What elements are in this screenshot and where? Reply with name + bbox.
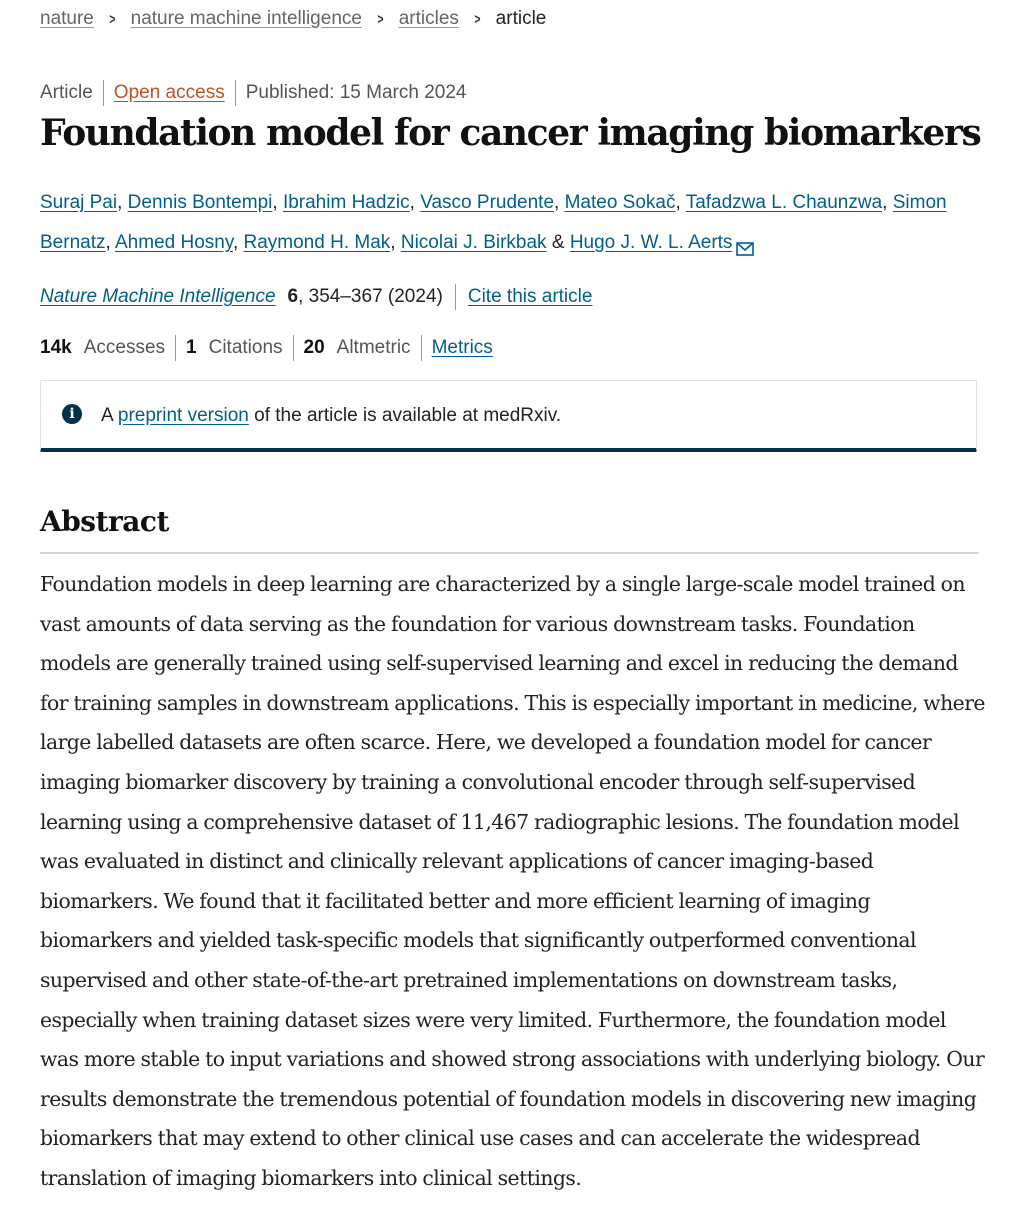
chevron-right-icon: > — [377, 10, 384, 28]
author-link[interactable]: Ahmed Hosny — [115, 232, 233, 253]
open-access-link[interactable]: Open access — [114, 82, 225, 104]
notice-suffix: of the article is available at medRxiv. — [254, 405, 562, 426]
citation-line: Nature Machine Intelligence 6, 354–367 (… — [40, 284, 592, 310]
author-link[interactable]: Mateo Sokač — [565, 192, 676, 213]
pages-year: , 354–367 (2024) — [298, 286, 443, 307]
cite-this-article-link[interactable]: Cite this article — [468, 286, 593, 308]
notice-prefix: A — [101, 405, 113, 426]
author-link[interactable]: Raymond H. Mak — [244, 232, 391, 253]
abstract-text: Foundation models in deep learning are c… — [40, 572, 985, 1190]
breadcrumb-articles[interactable]: articles — [399, 8, 459, 30]
breadcrumb-current: article — [495, 8, 547, 29]
author-link[interactable]: Hugo J. W. L. Aerts — [570, 232, 733, 253]
accesses-count: 14k — [40, 337, 72, 358]
altmetric-score: 20 — [303, 337, 325, 358]
metrics-bar: 14k Accesses 1 Citations 20 Altmetric Me… — [40, 335, 493, 361]
preprint-notice: i A preprint version of the article is a… — [40, 380, 977, 452]
article-meta: Article Open access Published: 15 March … — [40, 80, 466, 106]
author-link[interactable]: Ibrahim Hadzic — [283, 192, 410, 213]
info-icon: i — [62, 404, 82, 424]
divider — [292, 335, 294, 361]
citations-count: 1 — [186, 337, 197, 358]
accesses-label: Accesses — [83, 337, 166, 358]
divider — [175, 335, 177, 361]
journal-link[interactable]: Nature Machine Intelligence — [40, 286, 276, 307]
volume: 6 — [287, 286, 299, 307]
email-icon[interactable] — [736, 231, 755, 271]
altmetric-label: Altmetric — [336, 337, 411, 358]
author-link[interactable]: Vasco Prudente — [420, 192, 554, 213]
published-date: Published: 15 March 2024 — [245, 82, 467, 103]
preprint-version-link[interactable]: preprint version — [118, 405, 249, 426]
breadcrumb-nature[interactable]: nature — [40, 8, 94, 30]
divider — [234, 80, 236, 106]
notice-text: A preprint version of the article is ava… — [101, 405, 561, 427]
divider — [102, 80, 104, 106]
divider — [454, 284, 456, 310]
author-list: Suraj Pai, Dennis Bontempi, Ibrahim Hadz… — [40, 183, 979, 271]
author-link[interactable]: Dennis Bontempi — [128, 192, 273, 213]
author-link[interactable]: Nicolai J. Birkbak — [401, 232, 547, 253]
divider — [420, 335, 422, 361]
author-link[interactable]: Tafadzwa L. Chaunzwa — [686, 192, 882, 213]
chevron-right-icon: > — [474, 10, 481, 28]
chevron-right-icon: > — [109, 10, 116, 28]
article-type: Article — [40, 82, 93, 103]
breadcrumb-nature-machine-intelligence[interactable]: nature machine intelligence — [131, 8, 362, 30]
article-title: Foundation model for cancer imaging biom… — [40, 112, 982, 154]
metrics-link[interactable]: Metrics — [432, 337, 493, 359]
abstract-heading: Abstract — [40, 505, 979, 554]
breadcrumb: nature > nature machine intelligence > a… — [40, 8, 546, 30]
author-conjunction: & — [551, 232, 565, 253]
author-link[interactable]: Suraj Pai — [40, 192, 117, 213]
citations-label: Citations — [208, 337, 283, 358]
